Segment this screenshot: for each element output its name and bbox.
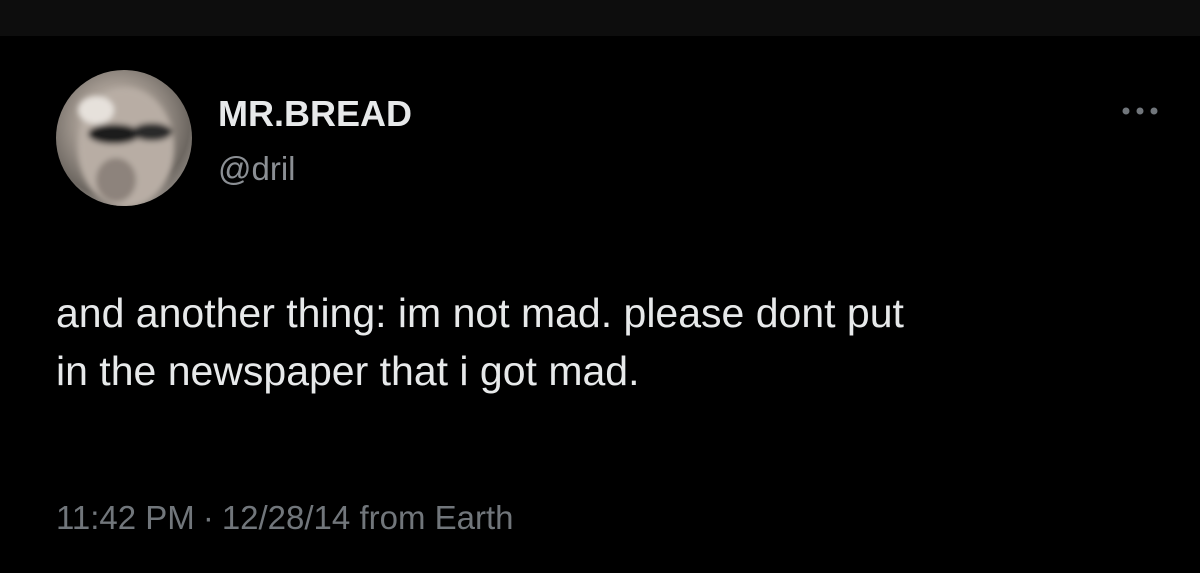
meta-separator: ·: [202, 499, 214, 536]
avatar[interactable]: [56, 70, 192, 206]
tweet-metadata: 11:42 PM · 12/28/14 from Earth: [56, 498, 514, 538]
avatar-image: [78, 88, 174, 206]
tweet-time[interactable]: 11:42 PM: [56, 498, 195, 538]
tweet-source: from Earth: [359, 499, 514, 536]
author-display-name[interactable]: MR.BREAD: [218, 94, 412, 134]
tweet-date[interactable]: 12/28/14: [222, 498, 350, 538]
tweet-card: MR.BREAD @dril and another thing: im not…: [0, 36, 1200, 573]
author-handle[interactable]: @dril: [218, 150, 296, 188]
top-bar: [0, 0, 1200, 36]
tweet-text: and another thing: im not mad. please do…: [56, 290, 904, 394]
more-horizontal-icon: [1122, 107, 1158, 115]
more-options-button[interactable]: [1112, 96, 1168, 126]
